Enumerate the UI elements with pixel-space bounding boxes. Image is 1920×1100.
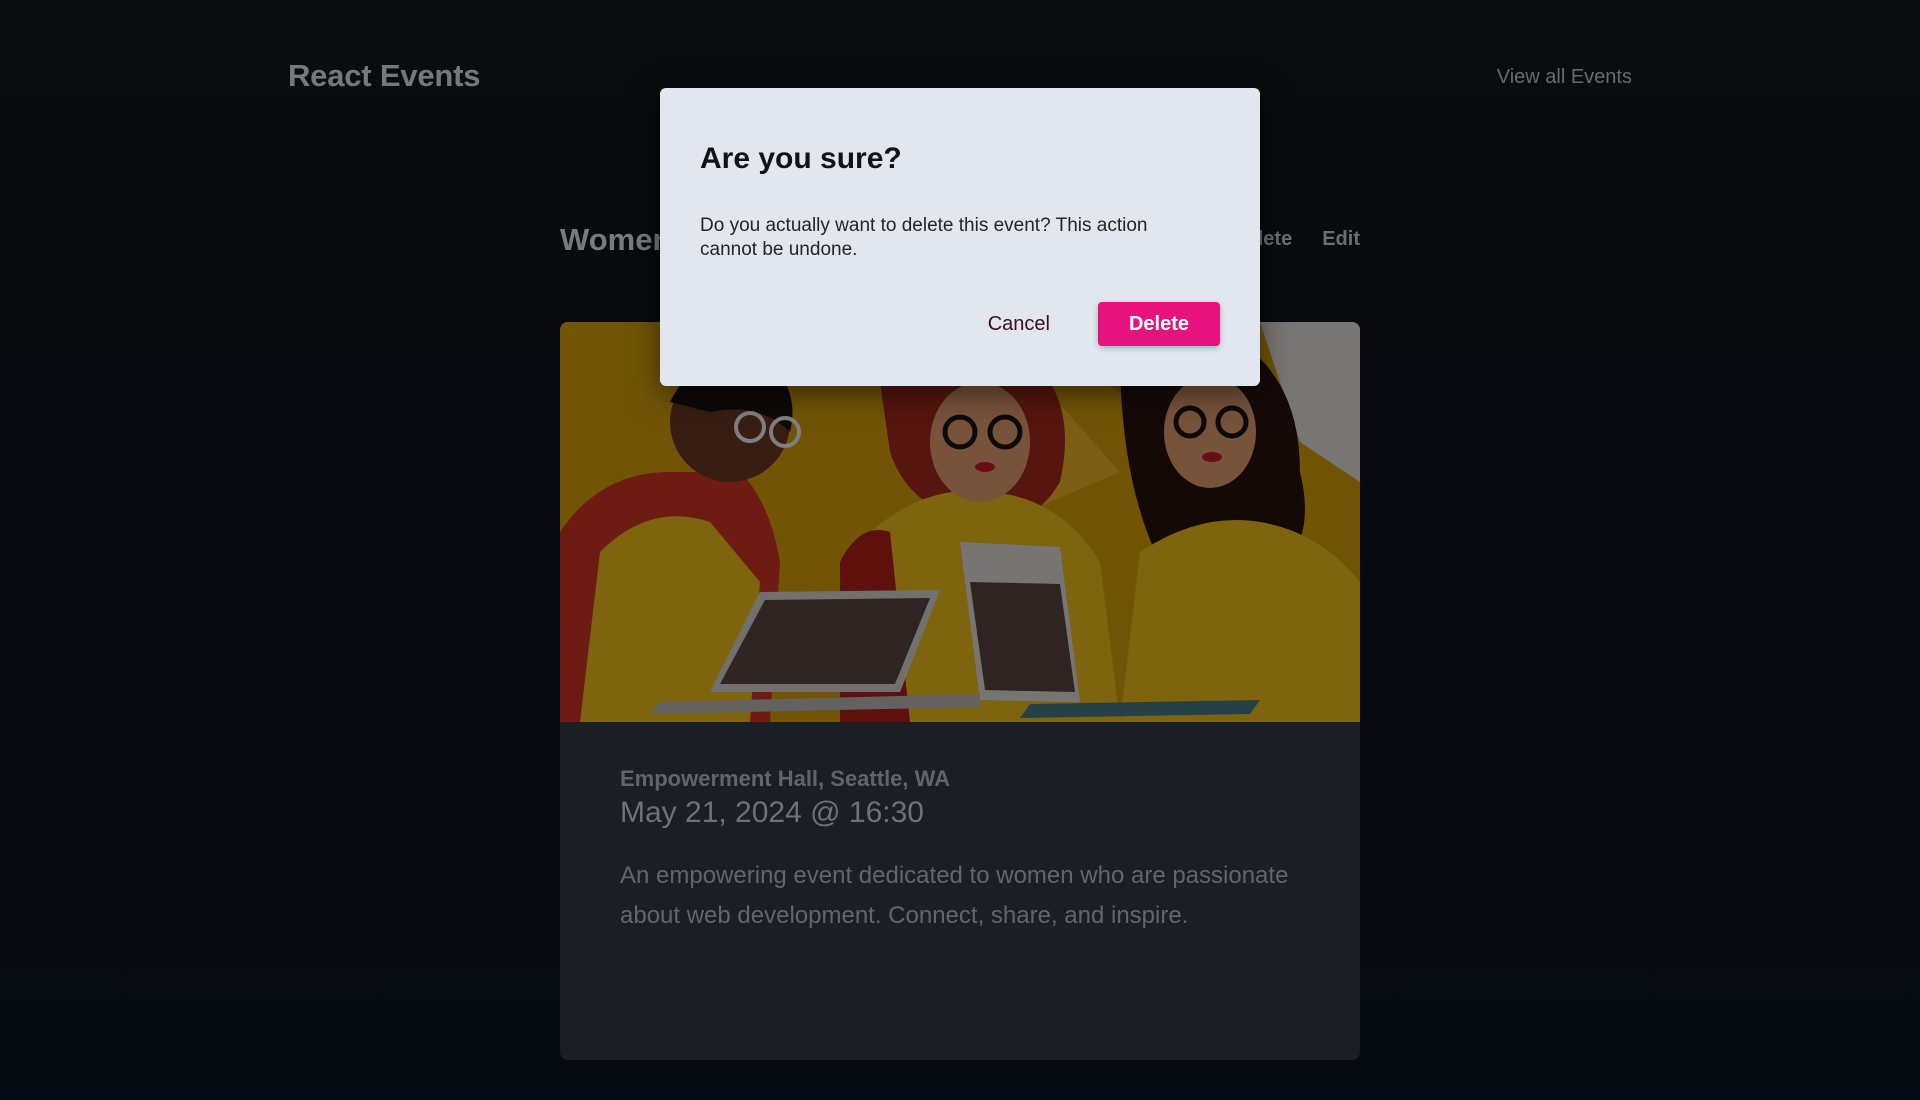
confirm-delete-button[interactable]: Delete — [1098, 302, 1220, 346]
modal-actions: Cancel Delete — [972, 302, 1220, 346]
cancel-button[interactable]: Cancel — [972, 303, 1066, 346]
modal-message: Do you actually want to delete this even… — [700, 215, 1148, 260]
delete-confirm-modal: Are you sure? Do you actually want to de… — [660, 88, 1260, 386]
modal-title: Are you sure? — [700, 142, 902, 175]
